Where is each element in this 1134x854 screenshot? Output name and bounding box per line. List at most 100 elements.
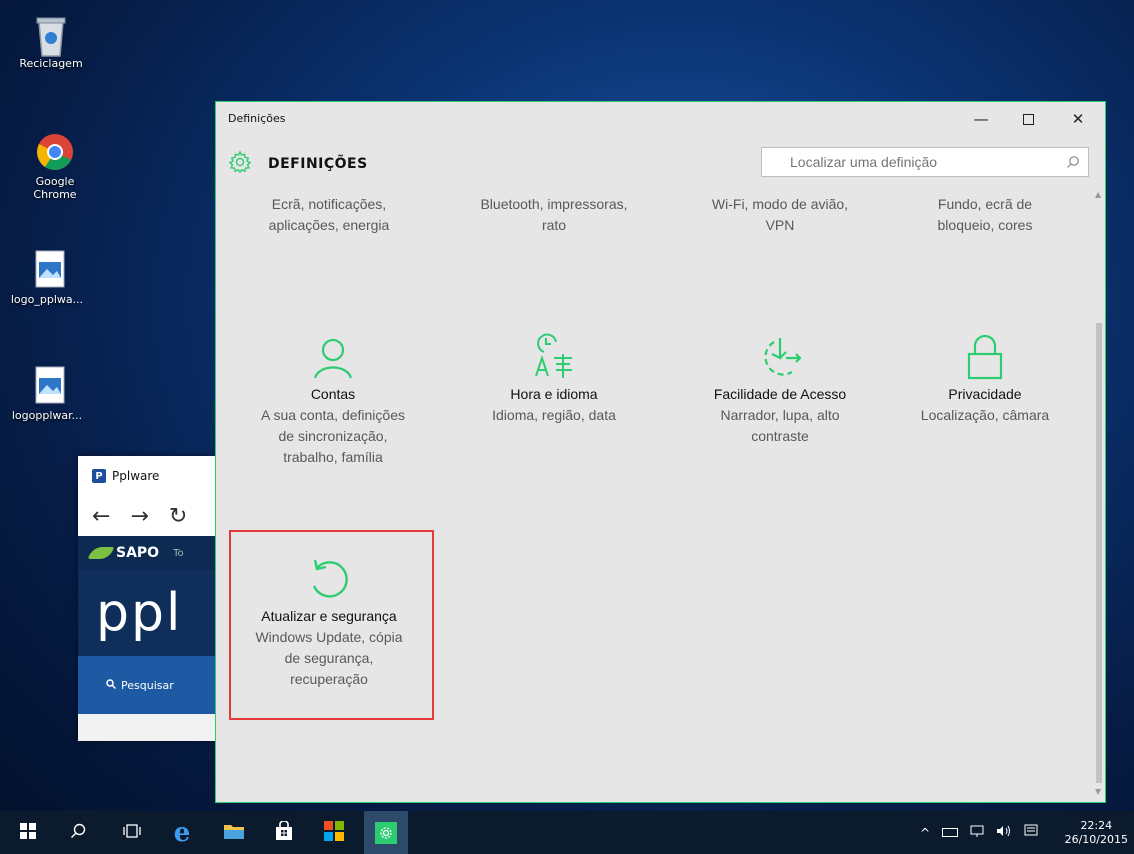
tile-name: Privacidade xyxy=(948,386,1022,402)
background-browser-window[interactable]: P Pplware ← → ↻ SAPO To ppl Pesquisar xyxy=(78,456,218,741)
settings-taskbar-button[interactable] xyxy=(364,811,408,854)
search-icon[interactable] xyxy=(1058,155,1088,169)
settings-search-input[interactable] xyxy=(762,153,1058,171)
search-button[interactable] xyxy=(58,811,98,854)
minimize-icon: — xyxy=(973,110,989,128)
desktop-icon-chrome[interactable]: Google Chrome xyxy=(12,132,98,201)
tile-desc: Ecrã, notificações, xyxy=(271,196,387,212)
tile-ease-of-access[interactable]: Facilidade de Acesso Narrador, lupa, alt… xyxy=(675,324,885,447)
tile-network-partial[interactable]: Wi-Fi, modo de avião, VPN xyxy=(675,194,885,236)
scrollbar-thumb[interactable] xyxy=(1096,323,1102,783)
person-icon xyxy=(228,324,438,380)
settings-search-box[interactable] xyxy=(761,147,1089,177)
tile-desc: VPN xyxy=(765,217,795,233)
tile-personalization-partial[interactable]: Fundo, ecrã de bloqueio, cores xyxy=(880,194,1090,236)
task-view-icon xyxy=(123,823,141,842)
browser-nav-row: ← → ↻ xyxy=(78,496,218,536)
sapo-label[interactable]: SAPO xyxy=(116,545,159,561)
start-button[interactable] xyxy=(8,811,48,854)
tile-desc: A sua conta, definições xyxy=(261,407,405,423)
settings-window[interactable]: Definições — ✕ DEFINIÇÕES Ecrã, notifica… xyxy=(215,101,1106,803)
scroll-down-icon[interactable]: ▼ xyxy=(1095,787,1101,796)
image-file-icon xyxy=(27,250,67,290)
tile-name: Hora e idioma xyxy=(510,386,598,402)
update-icon xyxy=(224,546,434,602)
tile-devices-partial[interactable]: Bluetooth, impressoras, rato xyxy=(449,194,659,236)
folder-icon xyxy=(223,822,245,844)
browser-bottom-area xyxy=(78,714,218,741)
browser-titlebar[interactable]: P Pplware xyxy=(78,456,218,496)
tile-desc: Idioma, região, data xyxy=(492,407,616,423)
volume-icon[interactable] xyxy=(996,825,1012,840)
desktop-icon-logo-file-1[interactable]: logo_pplwa... xyxy=(4,250,90,306)
settings-header: DEFINIÇÕES xyxy=(228,150,368,178)
search-icon xyxy=(70,823,86,843)
tile-name: Contas xyxy=(310,386,356,402)
tile-accounts[interactable]: Contas A sua conta, definições de sincro… xyxy=(228,324,438,468)
page-title: DEFINIÇÕES xyxy=(268,156,368,172)
tile-desc: bloqueio, cores xyxy=(937,217,1033,233)
time-language-icon xyxy=(449,324,659,380)
office-tiles-icon xyxy=(324,820,344,845)
sapo-trail: To xyxy=(173,547,184,559)
ease-of-access-icon xyxy=(675,324,885,380)
brand-text: ppl xyxy=(96,583,183,643)
scroll-up-icon[interactable]: ▲ xyxy=(1095,190,1101,199)
file-explorer-button[interactable] xyxy=(214,811,254,854)
clock-time: 22:24 xyxy=(1080,819,1113,832)
desktop-icon-logo-file-2[interactable]: logopplwar... xyxy=(4,366,90,422)
desktop-icon-label: Google Chrome xyxy=(33,175,77,201)
image-file-icon xyxy=(27,366,67,406)
edge-button[interactable]: e xyxy=(162,811,202,854)
tile-name: Facilidade de Acesso xyxy=(713,386,847,402)
tile-desc: Fundo, ecrã de xyxy=(937,196,1033,212)
tile-time-language[interactable]: Hora e idioma Idioma, região, data xyxy=(449,324,659,426)
tile-desc: Windows Update, cópia xyxy=(255,629,403,645)
office-button[interactable] xyxy=(314,811,354,854)
tile-desc: Narrador, lupa, alto xyxy=(720,407,840,423)
tile-desc: Bluetooth, impressoras, xyxy=(480,196,628,212)
tile-privacy[interactable]: Privacidade Localização, câmara xyxy=(880,324,1090,426)
action-center-icon[interactable] xyxy=(1024,824,1038,841)
desktop-icon-recycle-bin[interactable]: Reciclagem xyxy=(8,14,94,70)
maximize-button[interactable] xyxy=(1006,106,1050,132)
edge-icon: e xyxy=(173,817,191,848)
tile-system-partial[interactable]: Ecrã, notificações, aplicações, energia xyxy=(224,194,434,236)
battery-icon[interactable] xyxy=(942,828,959,837)
maximize-icon xyxy=(1022,113,1034,125)
desktop-icon-label: logopplwar... xyxy=(11,409,83,422)
refresh-icon[interactable]: ↻ xyxy=(169,504,187,529)
task-view-button[interactable] xyxy=(112,811,152,854)
site-search-bar[interactable]: Pesquisar xyxy=(78,656,218,714)
tile-desc: recuperação xyxy=(290,671,368,687)
desktop-icon-label: logo_pplwa... xyxy=(10,293,84,306)
gear-icon xyxy=(228,150,252,178)
sapo-bar: SAPO To xyxy=(78,536,218,570)
tile-update-security[interactable]: Atualizar e segurança Windows Update, có… xyxy=(224,546,434,690)
tile-desc: rato xyxy=(541,217,567,233)
back-arrow-icon[interactable]: ← xyxy=(92,504,110,529)
forward-arrow-icon[interactable]: → xyxy=(130,504,148,529)
sapo-leaf-icon xyxy=(87,547,115,559)
tile-desc: contraste xyxy=(751,428,809,444)
clock[interactable]: 22:24 26/10/2015 xyxy=(1065,819,1128,847)
scrollbar[interactable]: ▲ ▼ xyxy=(1094,188,1104,798)
taskbar: e ^ 22:24 26/10/2015 xyxy=(0,811,1134,854)
system-tray: ^ xyxy=(920,811,1038,854)
tile-name: Atualizar e segurança xyxy=(261,608,397,624)
chevron-up-icon[interactable]: ^ xyxy=(920,826,930,840)
search-icon xyxy=(106,678,117,692)
settings-gear-icon xyxy=(375,821,397,844)
store-button[interactable] xyxy=(264,811,304,854)
close-button[interactable]: ✕ xyxy=(1056,106,1100,132)
browser-tab-title: Pplware xyxy=(112,469,160,483)
close-icon: ✕ xyxy=(1071,110,1085,128)
recycle-bin-icon xyxy=(31,14,71,57)
minimize-button[interactable]: — xyxy=(959,106,1003,132)
clock-date: 26/10/2015 xyxy=(1064,833,1128,846)
pplware-favicon-icon: P xyxy=(92,469,106,483)
tile-desc: Localização, câmara xyxy=(920,407,1050,423)
network-icon[interactable] xyxy=(970,825,984,840)
pplware-brand: ppl xyxy=(78,570,218,656)
store-bag-icon xyxy=(275,819,293,845)
